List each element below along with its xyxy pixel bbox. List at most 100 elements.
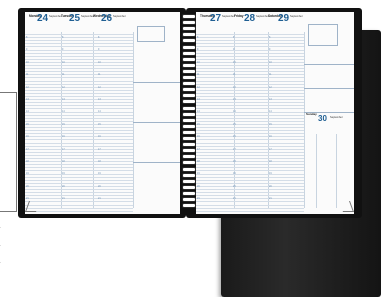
ruled-line — [196, 204, 304, 206]
ruled-line — [25, 179, 133, 181]
ruled-line — [25, 192, 133, 194]
binding-ring — [182, 93, 196, 99]
binding-ring — [182, 81, 196, 87]
hour-label: 16 — [233, 135, 236, 139]
ruled-line — [25, 58, 133, 60]
ruled-line — [196, 68, 304, 70]
ruled-line — [196, 102, 304, 104]
binding-ring — [182, 32, 196, 38]
binding-ring — [182, 26, 196, 32]
ruled-line — [196, 158, 304, 159]
hour-label: 14 — [98, 110, 101, 114]
ruled-line — [25, 102, 133, 104]
ruled-line — [196, 198, 304, 200]
ruled-line — [25, 65, 133, 66]
ruled-line — [25, 92, 133, 94]
binding-ring — [182, 203, 196, 209]
ruled-line — [25, 151, 133, 153]
hour-label: 14 — [62, 110, 65, 114]
hour-label: 21 — [269, 197, 272, 201]
hour-label: 19 — [62, 172, 65, 176]
hour-label: 21 — [197, 197, 200, 201]
ruled-line — [196, 130, 304, 132]
hour-label: 18 — [26, 160, 29, 163]
ruled-line — [196, 139, 304, 141]
ruled-line — [25, 74, 133, 76]
binding-ring — [182, 68, 196, 74]
ruled-line — [25, 148, 133, 150]
ruled-line — [196, 65, 304, 66]
mini-calendar — [137, 26, 165, 42]
hour-label: 10 — [269, 60, 272, 64]
day-month: September — [330, 116, 343, 119]
hour-label: 11 — [98, 73, 101, 77]
ruled-line — [25, 123, 133, 125]
day-month: September — [49, 15, 62, 18]
day-number: 25 — [69, 13, 81, 24]
hour-label: 17 — [98, 147, 101, 151]
ruled-line — [25, 37, 133, 39]
hour-label: 19 — [26, 172, 29, 176]
ruled-line — [25, 83, 133, 85]
hour-label: 9 — [197, 48, 199, 52]
sunday-header: Sunday 30 September — [306, 112, 352, 132]
hour-label: 12 — [197, 85, 200, 89]
ruled-line — [25, 120, 133, 122]
hour-label: 10 — [197, 60, 200, 64]
binding-ring — [182, 44, 196, 50]
ruled-line — [196, 161, 304, 163]
notes-divider — [304, 64, 354, 65]
day-name: Friday — [234, 14, 244, 18]
ruled-line — [196, 120, 304, 122]
hour-label: 21 — [62, 197, 65, 201]
binding-ring — [182, 142, 196, 148]
day-month: September — [256, 15, 269, 18]
hour-label: 21 — [26, 197, 29, 201]
ruled-line — [25, 89, 133, 91]
ruled-line — [25, 127, 133, 128]
hour-label: 19 — [233, 172, 236, 176]
ruled-line — [196, 195, 304, 197]
ruled-line — [196, 99, 304, 101]
ruled-line — [196, 164, 304, 166]
ruled-line — [196, 201, 304, 203]
page-corner — [338, 201, 354, 212]
binding-ring — [182, 105, 196, 111]
hour-label: 19 — [98, 172, 101, 176]
day-header: Monday 24 September — [29, 14, 62, 32]
ruled-line — [196, 123, 304, 125]
hour-label: 14 — [269, 110, 272, 114]
hour-label: 13 — [197, 98, 200, 101]
ruled-line — [25, 43, 133, 45]
ruled-line — [196, 148, 304, 150]
binding-ring — [182, 160, 196, 166]
hour-label: 18 — [197, 160, 200, 163]
day-number: 30 — [318, 114, 327, 123]
hour-label: 16 — [98, 135, 101, 139]
ruled-line — [196, 83, 304, 85]
ruled-line — [196, 40, 304, 42]
ruled-line — [25, 80, 133, 82]
ruled-line — [25, 111, 133, 113]
ruled-line — [25, 182, 133, 184]
ruled-line — [196, 74, 304, 76]
hour-label: 16 — [62, 135, 65, 139]
ruled-line — [25, 173, 133, 175]
hour-label: 12 — [98, 85, 101, 89]
hour-label: 18 — [269, 160, 272, 163]
binding-ring — [182, 56, 196, 62]
hour-label: 12 — [269, 85, 272, 89]
hour-label: 20 — [197, 184, 200, 188]
ruled-line — [25, 210, 133, 212]
hour-label: 15 — [98, 122, 101, 126]
hour-label: 19 — [269, 172, 272, 176]
ruled-line — [196, 142, 304, 144]
ruled-line — [25, 40, 133, 42]
ruled-line — [25, 46, 133, 48]
ruled-line — [25, 61, 133, 63]
hour-label: 9 — [26, 48, 28, 52]
binding-ring — [182, 178, 196, 184]
hour-label: 9 — [233, 48, 235, 52]
ruled-line — [25, 195, 133, 197]
ruled-line — [25, 207, 133, 209]
